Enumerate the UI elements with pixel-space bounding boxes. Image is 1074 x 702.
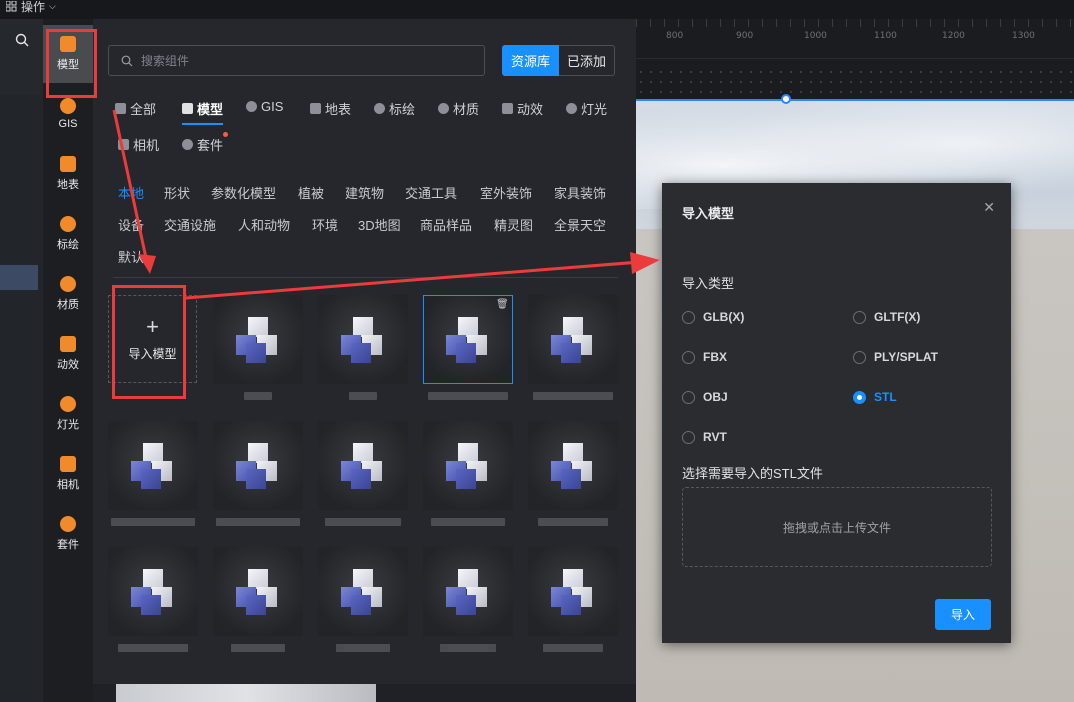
annotation-arrows [112, 109, 660, 300]
arrow-head [630, 252, 660, 274]
arrow-head [138, 254, 156, 274]
arrow-line [185, 260, 641, 300]
arrow-line [112, 109, 148, 259]
